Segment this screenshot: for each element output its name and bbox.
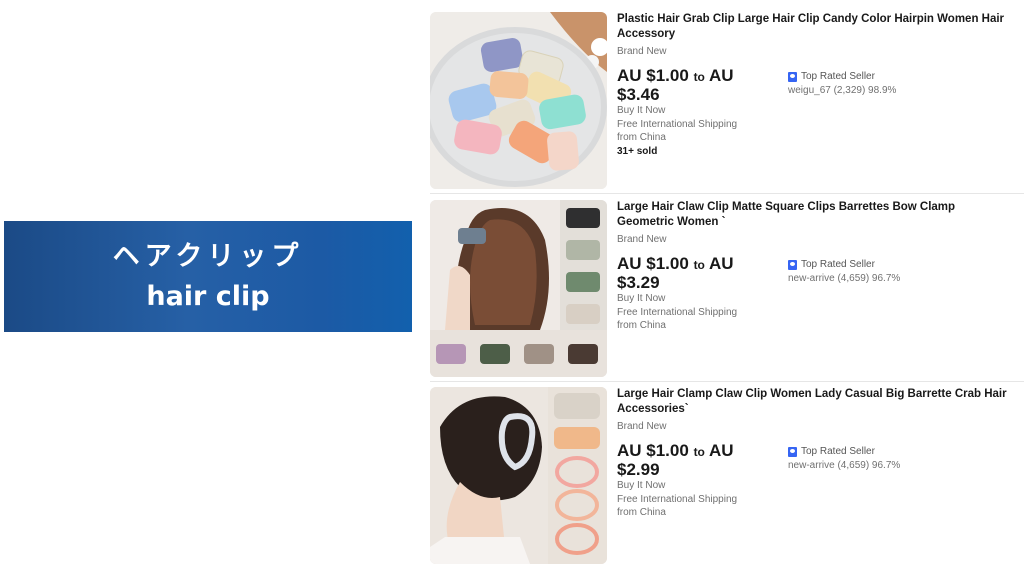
price-high-currency: AU [708,441,734,460]
listing-condition: Brand New [617,234,667,245]
badge-label: Top Rated Seller [801,259,875,270]
top-rated-seller-badge: Top Rated Seller [788,258,1008,271]
listing-price: AU $1.00 to AU $3.46 [617,67,767,104]
listing-condition: Brand New [617,421,667,432]
seller-info[interactable]: new-arrive (4,659) 96.7% [788,272,1008,285]
listing-image[interactable] [430,387,607,564]
top-rated-seller-icon [788,259,797,270]
seller-block: Top Rated Seller new-arrive (4,659) 96.7… [788,445,1008,472]
price-high-currency: AU [708,254,734,273]
hair-clip-banner: ヘアクリップ hair clip [4,221,412,332]
seller-block: Top Rated Seller weigu_67 (2,329) 98.9% [788,70,1008,97]
listing-title[interactable]: Large Hair Clamp Claw Clip Women Lady Ca… [617,387,1012,417]
price-high-currency: AU [708,66,734,85]
price-high: $3.46 [617,85,660,104]
location-label: from China [617,132,666,143]
seller-block: Top Rated Seller new-arrive (4,659) 96.7… [788,258,1008,285]
listing-condition: Brand New [617,46,667,57]
price-to: to [693,258,705,272]
shipping-label: Free International Shipping [617,493,738,505]
listing-price: AU $1.00 to AU $2.99 [617,442,767,479]
buy-it-now-label: Buy It Now [617,105,666,116]
buy-it-now-label: Buy It Now [617,480,666,491]
price-to: to [693,445,705,459]
listing-title[interactable]: Large Hair Claw Clip Matte Square Clips … [617,200,1012,230]
seller-info[interactable]: weigu_67 (2,329) 98.9% [788,84,1008,97]
listing-image[interactable] [430,12,607,189]
listing-image[interactable] [430,200,607,377]
location-label: from China [617,320,666,331]
badge-label: Top Rated Seller [801,446,875,457]
price-low: AU $1.00 [617,66,689,85]
location-label: from China [617,507,666,518]
banner-english-text: hair clip [146,280,270,312]
listing-divider [430,193,1024,194]
top-rated-seller-icon [788,446,797,457]
price-high: $3.29 [617,273,660,292]
banner-japanese-text: ヘアクリップ [112,240,304,272]
top-rated-seller-badge: Top Rated Seller [788,70,1008,83]
buy-it-now-label: Buy It Now [617,293,666,304]
top-rated-seller-icon [788,71,797,82]
listing-item[interactable]: Large Hair Clamp Claw Clip Women Lady Ca… [430,387,1024,568]
listing-item[interactable]: Large Hair Claw Clip Matte Square Clips … [430,200,1024,381]
price-to: to [693,70,705,84]
listing-item[interactable]: Plastic Hair Grab Clip Large Hair Clip C… [430,12,1024,193]
sold-count: 31+ sold [617,145,658,157]
price-low: AU $1.00 [617,254,689,273]
price-high: $2.99 [617,460,660,479]
listing-price: AU $1.00 to AU $3.29 [617,255,767,292]
seller-info[interactable]: new-arrive (4,659) 96.7% [788,459,1008,472]
top-rated-seller-badge: Top Rated Seller [788,445,1008,458]
price-low: AU $1.00 [617,441,689,460]
listing-title[interactable]: Plastic Hair Grab Clip Large Hair Clip C… [617,12,1012,42]
shipping-label: Free International Shipping [617,118,738,130]
badge-label: Top Rated Seller [801,71,875,82]
shipping-label: Free International Shipping [617,306,738,318]
listing-divider [430,381,1024,382]
